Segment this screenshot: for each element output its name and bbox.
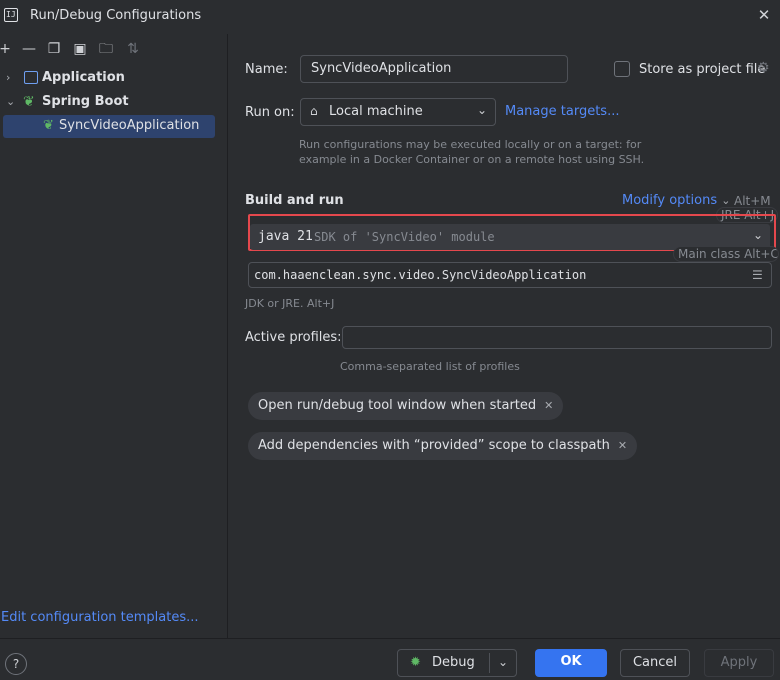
intellij-app-icon: IJ <box>4 8 18 22</box>
sort-icon[interactable]: ⇅ <box>124 40 142 58</box>
chip-label: Add dependencies with “provided” scope t… <box>258 438 610 453</box>
title-bar: IJ Run/Debug Configurations ✕ <box>0 0 780 34</box>
copy-icon[interactable]: ❐ <box>45 40 63 58</box>
close-icon[interactable]: ✕ <box>544 399 553 412</box>
close-icon[interactable]: ✕ <box>618 439 627 452</box>
tree-item-label: SyncVideoApplication <box>59 118 200 133</box>
active-profiles-label: Active profiles: <box>245 330 342 345</box>
main-class-field[interactable]: com.haaenclean.sync.video.SyncVideoAppli… <box>248 262 772 288</box>
name-field[interactable]: SyncVideoApplication <box>300 55 568 83</box>
chevron-right-icon: › <box>6 71 11 84</box>
ok-button[interactable]: OK <box>535 649 607 677</box>
manage-targets-link[interactable]: Manage targets... <box>505 104 619 119</box>
application-icon <box>24 71 38 84</box>
spring-boot-icon: ❦ <box>23 94 35 110</box>
edit-templates-link[interactable]: Edit configuration templates... <box>1 610 199 625</box>
run-on-hint-line1: Run configurations may be executed local… <box>299 138 642 151</box>
apply-button[interactable]: Apply <box>704 649 774 677</box>
add-icon[interactable]: + <box>0 40 14 58</box>
close-icon[interactable]: ✕ <box>752 4 776 28</box>
modify-options-shortcut: Alt+M <box>734 194 771 208</box>
save-icon[interactable]: ▣ <box>71 40 89 58</box>
bug-icon: ✹ <box>410 655 421 670</box>
store-as-project-checkbox[interactable] <box>614 61 630 77</box>
help-button[interactable]: ? <box>5 653 27 675</box>
chevron-down-icon: ⌄ <box>753 228 764 242</box>
chip-label: Open run/debug tool window when started <box>258 398 537 413</box>
run-on-dropdown[interactable]: ⌂ Local machine ⌄ <box>300 98 496 126</box>
tree-item-label: Application <box>42 70 125 85</box>
chevron-down-icon[interactable]: ⌄ <box>498 649 508 675</box>
tree-item-label: Spring Boot <box>42 94 129 109</box>
window-title: Run/Debug Configurations <box>30 8 202 23</box>
store-as-project-label: Store as project file <box>639 62 766 77</box>
active-profiles-field[interactable] <box>342 326 772 349</box>
remove-icon[interactable]: — <box>20 40 38 58</box>
gear-icon[interactable]: ⚙ <box>757 60 770 76</box>
chevron-down-icon: ⌄ <box>477 103 488 117</box>
run-on-hint-line2: example in a Docker Container or on a re… <box>299 153 645 166</box>
option-chip-provided-scope[interactable]: Add dependencies with “provided” scope t… <box>248 432 638 460</box>
jdk-hint: JDK or JRE. Alt+J <box>245 297 335 310</box>
home-icon: ⌂ <box>310 104 318 118</box>
option-chip-open-tool-window[interactable]: Open run/debug tool window when started ✕ <box>248 392 564 420</box>
main-class-value: com.haaenclean.sync.video.SyncVideoAppli… <box>254 268 587 282</box>
run-on-label: Run on: <box>245 105 295 120</box>
debug-label: Debug <box>432 655 475 670</box>
cancel-button[interactable]: Cancel <box>620 649 690 677</box>
tree-item-spring-boot[interactable]: ⌄ ❦ Spring Boot <box>0 90 228 114</box>
jdk-version: java 21 <box>258 229 313 244</box>
tree-item-syncvideoapplication[interactable]: ❦ SyncVideoApplication <box>3 115 215 138</box>
modify-options-label: Modify options <box>622 193 718 208</box>
chevron-down-icon: ⌄ <box>721 194 731 207</box>
tree-item-application[interactable]: › Application <box>0 66 228 90</box>
divider <box>489 653 490 673</box>
browse-icon[interactable]: ☰ <box>752 263 763 287</box>
chevron-down-icon: ⌄ <box>6 95 16 108</box>
debug-button[interactable]: ✹ Debug ⌄ <box>397 649 517 677</box>
name-label: Name: <box>245 62 288 77</box>
build-and-run-title: Build and run <box>245 193 344 208</box>
new-folder-icon[interactable]: 🗀 <box>97 40 115 58</box>
run-on-value: Local machine <box>329 104 423 119</box>
spring-boot-run-icon: ❦ <box>43 118 54 133</box>
active-profiles-hint: Comma-separated list of profiles <box>340 360 520 373</box>
jdk-description: SDK of 'SyncVideo' module <box>314 230 495 244</box>
main-class-shortcut-hint: Main class Alt+C <box>673 246 779 262</box>
modify-options-link[interactable]: Modify options ⌄ <box>622 193 730 208</box>
